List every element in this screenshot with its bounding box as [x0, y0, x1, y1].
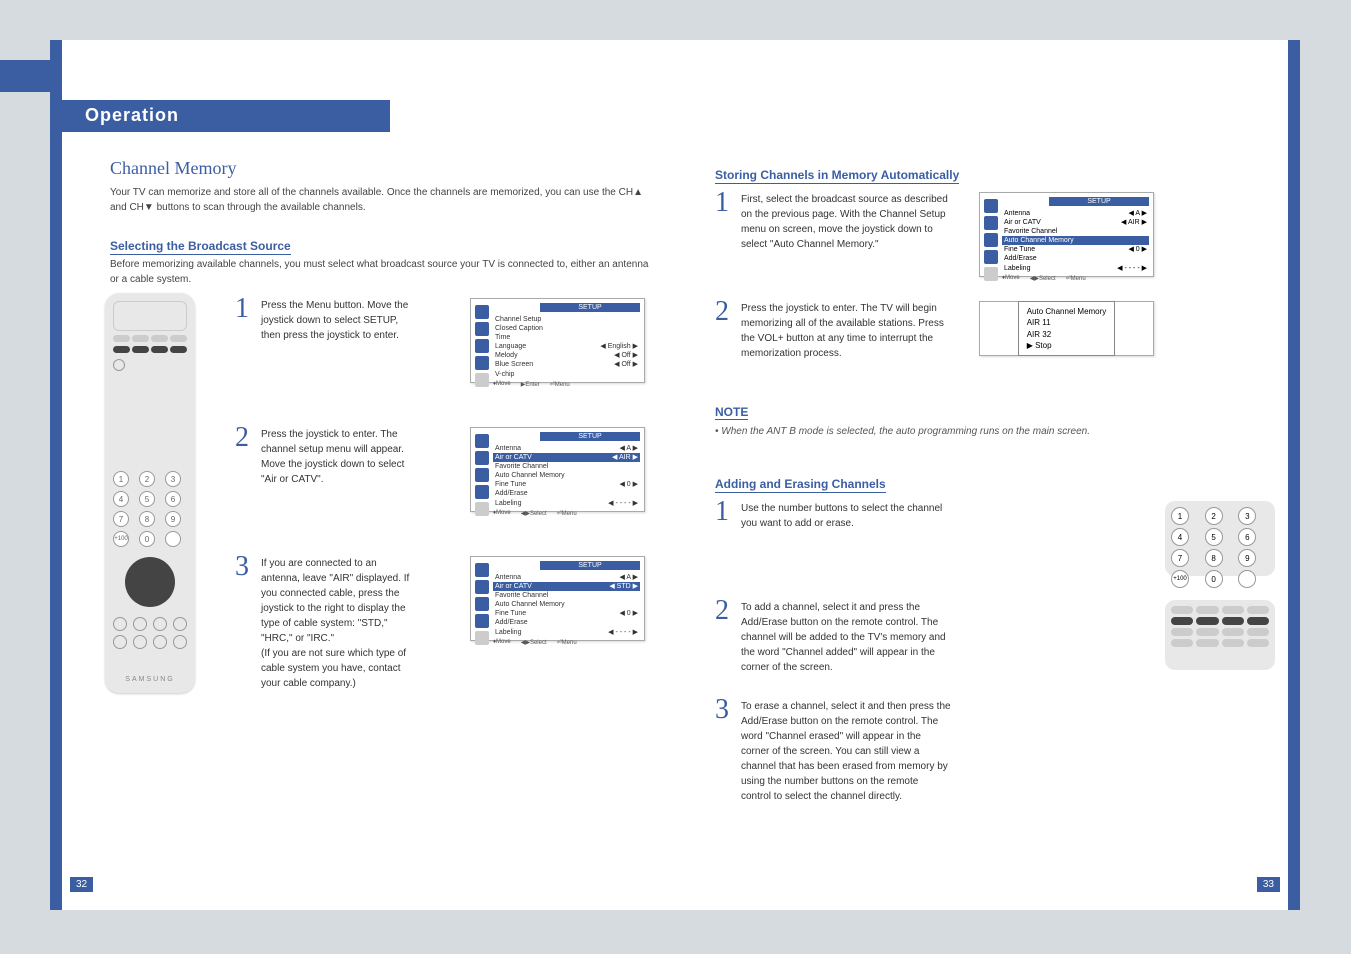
add-step-3: 3 To erase a channel, select it and then…	[715, 699, 1275, 804]
osd-title: SETUP	[1049, 197, 1149, 206]
intro-text: Your TV can memorize and store all of th…	[110, 185, 650, 215]
add-step-1: 1 Use the number buttons to select the c…	[715, 501, 1275, 576]
remote-control-illustration: 123 456 789 +1000 SAMSUNG	[105, 293, 195, 693]
step-number: 1	[235, 298, 253, 383]
step-text: Press the Menu button. Move the joystick…	[261, 298, 416, 383]
step-number: 2	[715, 301, 733, 361]
note-body: • When the ANT B mode is selected, the a…	[715, 426, 1275, 437]
step-text: First, select the broadcast source as de…	[741, 192, 951, 277]
page-number-left: 32	[70, 877, 93, 892]
step-number: 1	[715, 192, 733, 277]
subhead-add-erase: Adding and Erasing Channels	[715, 477, 886, 493]
osd-screenshot-r2: Auto Channel Memory AIR 11 AIR 32 ▶ Stop	[979, 301, 1154, 356]
section-title: Operation	[55, 100, 390, 126]
right-step-2: 2 Press the joystick to enter. The TV wi…	[715, 301, 1275, 361]
subsection-heading: Channel Memory	[110, 158, 650, 179]
add-step-2: 2 To add a channel, select it and press …	[715, 600, 1275, 675]
page-left: Operation Channel Memory Your TV can mem…	[50, 40, 675, 910]
blue-stripe	[1288, 40, 1300, 910]
step-number: 2	[235, 427, 253, 512]
subhead-broadcast-source: Selecting the Broadcast Source	[110, 239, 291, 255]
step-text: Use the number buttons to select the cha…	[741, 501, 951, 576]
step-1: 1 Press the Menu button. Move the joysti…	[235, 298, 645, 383]
osd-screenshot-1: SETUP Channel Setup Closed Caption Time …	[470, 298, 645, 383]
osd-title: SETUP	[540, 303, 640, 312]
osd-screenshot-r1: SETUP Antenna◀ A ▶ Air or CATV◀ AIR ▶ Fa…	[979, 192, 1154, 277]
osd-screenshot-2: SETUP Antenna◀ A ▶ Air or CATV◀ AIR ▶ Fa…	[470, 427, 645, 512]
osd-title: SETUP	[540, 432, 640, 441]
section-header-bar: Operation	[55, 100, 390, 132]
step-text: Press the joystick to enter. The TV will…	[741, 301, 951, 361]
step-number: 3	[715, 699, 733, 804]
step-3: 3 If you are connected to an antenna, le…	[235, 556, 645, 691]
step-text: Press the joystick to enter. The channel…	[261, 427, 416, 512]
page-right: Storing Channels in Memory Automatically…	[675, 40, 1300, 910]
step-text: If you are connected to an antenna, leav…	[261, 556, 416, 691]
step-text: To add a channel, select it and press th…	[741, 600, 951, 675]
osd-screenshot-3: SETUP Antenna◀ A ▶ Air or CATV◀ STD ▶ Fa…	[470, 556, 645, 641]
page-number-right: 33	[1257, 877, 1280, 892]
blue-stripe	[50, 40, 62, 910]
step-2: 2 Press the joystick to enter. The chann…	[235, 427, 645, 512]
remote-keypad-illustration: 123 456 789 +1000	[1165, 501, 1275, 576]
step-number: 3	[235, 556, 253, 691]
remote-brand-label: SAMSUNG	[105, 676, 195, 683]
right-step-1: 1 First, select the broadcast source as …	[715, 192, 1275, 277]
step-number: 1	[715, 501, 733, 576]
subhead-storing: Storing Channels in Memory Automatically	[715, 168, 959, 184]
intro2-text: Before memorizing available channels, yo…	[110, 257, 650, 287]
remote-buttons-illustration	[1165, 600, 1275, 670]
step-text: To erase a channel, select it and then p…	[741, 699, 951, 804]
osd-title: SETUP	[540, 561, 640, 570]
note-heading: NOTE	[715, 405, 748, 420]
step-number: 2	[715, 600, 733, 675]
